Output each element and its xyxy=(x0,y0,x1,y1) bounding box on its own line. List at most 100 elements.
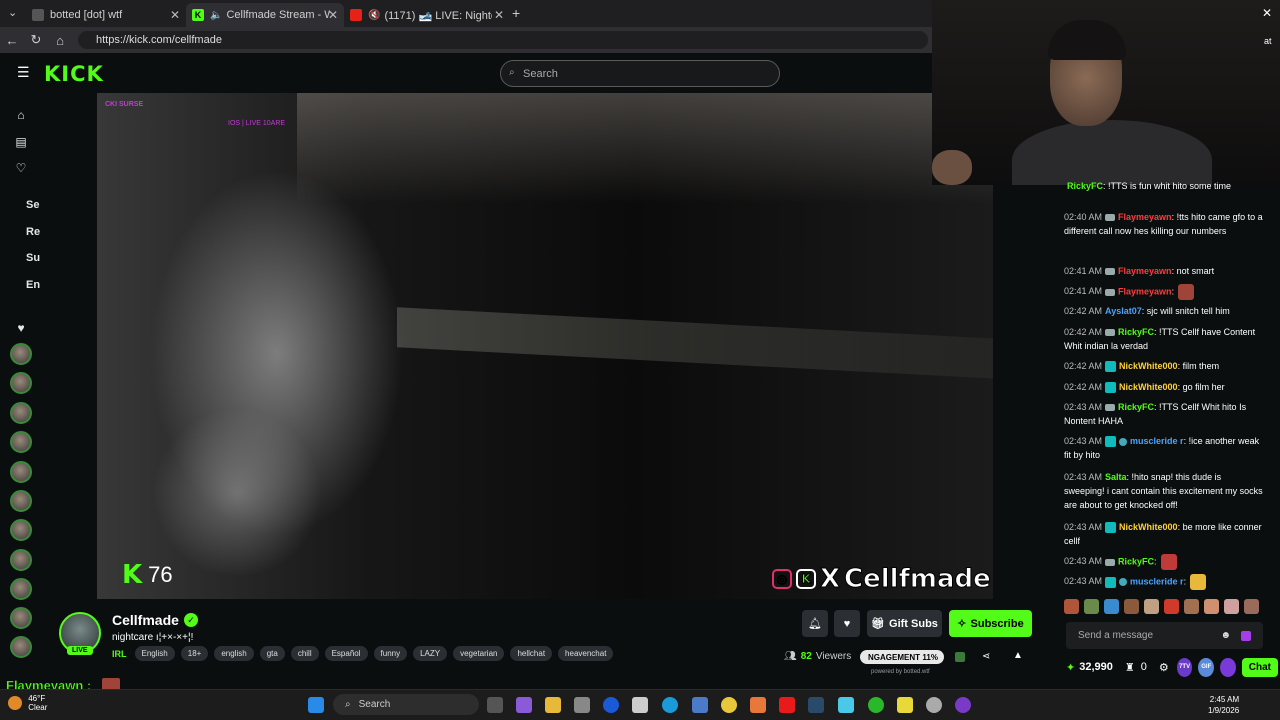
extension-button[interactable] xyxy=(1220,657,1236,677)
chat-username[interactable]: RickyFC xyxy=(1118,327,1154,337)
follow-heart-button[interactable]: ♥ xyxy=(834,610,860,637)
vlc-icon[interactable] xyxy=(750,697,766,713)
tab-botted[interactable]: botted [dot] wtf ✕ xyxy=(26,3,186,27)
emote[interactable] xyxy=(1124,599,1139,614)
chat-username[interactable]: NickWhite000 xyxy=(1119,361,1178,371)
chat-username[interactable]: RickyFC xyxy=(1067,181,1103,191)
channel-name[interactable]: Cellfmade xyxy=(112,612,179,628)
amazon-icon[interactable] xyxy=(632,697,648,713)
emote[interactable] xyxy=(1184,599,1199,614)
chat-username[interactable]: RickyFC xyxy=(1118,402,1154,412)
followed-channel-avatar[interactable] xyxy=(10,402,32,424)
followed-channel-avatar[interactable] xyxy=(10,636,32,658)
followed-channel-avatar[interactable] xyxy=(10,461,32,483)
home-icon[interactable]: ⌂ xyxy=(14,108,28,122)
settings-gear-icon[interactable]: ⚙ xyxy=(1159,661,1169,674)
speaker-icon[interactable]: 🔈 xyxy=(210,10,222,21)
chat-username[interactable]: RickyFC xyxy=(1118,556,1154,566)
tag[interactable]: English xyxy=(134,646,175,661)
chat-username[interactable]: Flaymeyawn xyxy=(1118,212,1172,222)
youtube-icon[interactable] xyxy=(779,697,795,713)
file-explorer-icon[interactable] xyxy=(545,697,561,713)
emote-picker-icon[interactable] xyxy=(1241,630,1251,641)
tab-youtube[interactable]: 🔇 (1171) 🎿 LIVE: Nightcrawl | L ✕ xyxy=(344,3,510,27)
channel-points[interactable]: 32,990 xyxy=(1079,661,1113,673)
task-view-icon[interactable] xyxy=(487,697,503,713)
calculator-icon[interactable] xyxy=(692,697,708,713)
followed-channel-avatar[interactable] xyxy=(10,431,32,453)
windows-start-icon[interactable] xyxy=(308,697,324,713)
followed-channel-avatar[interactable] xyxy=(10,490,32,512)
chat-username[interactable]: muscleride r xyxy=(1130,436,1184,446)
tab-kick[interactable]: K 🔈 Cellfmade Stream - Watch Liv ✕ xyxy=(186,3,344,27)
tag[interactable]: chill xyxy=(290,646,319,661)
system-clock[interactable]: 2:45 AM 1/9/2026 xyxy=(1208,694,1239,716)
tag[interactable]: funny xyxy=(373,646,408,661)
close-icon[interactable]: ✕ xyxy=(170,8,180,22)
7tv-button[interactable]: 7TV xyxy=(1176,657,1193,677)
sticky-notes-icon[interactable] xyxy=(897,697,913,713)
tag[interactable]: hellchat xyxy=(510,646,553,661)
chat-username[interactable]: muscleride r xyxy=(1130,576,1184,586)
tag[interactable]: english xyxy=(214,646,254,661)
steam-icon[interactable] xyxy=(808,697,824,713)
weather-widget[interactable]: 46°F Clear xyxy=(8,694,47,712)
gif-button[interactable]: GIF xyxy=(1198,657,1215,677)
copilot-icon[interactable] xyxy=(516,697,532,713)
category-link[interactable]: IRL xyxy=(112,649,127,659)
tag[interactable]: vegetarian xyxy=(453,646,505,661)
home-icon[interactable]: ⌂ xyxy=(48,33,72,48)
followed-channel-avatar[interactable] xyxy=(10,372,32,394)
chat-username[interactable]: Ayslat07 xyxy=(1105,306,1142,316)
gift-subs-button[interactable]: 🎁︎ Gift Subs xyxy=(867,610,942,637)
browse-icon[interactable]: ▤ xyxy=(14,135,28,149)
app-icon[interactable] xyxy=(838,697,854,713)
share-icon[interactable]: ⋖ xyxy=(982,651,990,662)
tag[interactable]: gta xyxy=(259,646,285,661)
url-field[interactable]: https://kick.com/cellfmade xyxy=(78,31,928,49)
emote[interactable] xyxy=(1144,599,1159,614)
emote[interactable] xyxy=(1064,599,1079,614)
emote[interactable] xyxy=(1104,599,1119,614)
facebook-icon[interactable] xyxy=(603,697,619,713)
emote[interactable] xyxy=(1164,599,1179,614)
followed-channel-avatar[interactable] xyxy=(10,343,32,365)
heart-icon[interactable]: ♡ xyxy=(14,161,28,175)
hamburger-menu-icon[interactable]: ☰ xyxy=(17,64,30,81)
obs-icon[interactable] xyxy=(955,697,971,713)
kick-logo[interactable]: KICK xyxy=(44,62,104,86)
reload-icon[interactable]: ↻ xyxy=(24,32,48,48)
followed-channel-avatar[interactable] xyxy=(10,549,32,571)
chat-username[interactable]: NickWhite000 xyxy=(1119,522,1178,532)
tag[interactable]: 18+ xyxy=(180,646,209,661)
followed-channel-avatar[interactable] xyxy=(10,519,32,541)
subscribe-button[interactable]: ✧ Subscribe xyxy=(949,610,1032,637)
video-player[interactable] xyxy=(97,93,993,599)
tag[interactable]: LAZY xyxy=(413,646,448,661)
search-input[interactable]: ⌕ Search xyxy=(500,60,780,87)
followed-channel-avatar[interactable] xyxy=(10,607,32,629)
emote[interactable] xyxy=(1244,599,1259,614)
chat-username[interactable]: NickWhite000 xyxy=(1119,382,1178,392)
emote[interactable] xyxy=(1204,599,1219,614)
close-icon[interactable]: ✕ xyxy=(1262,6,1272,20)
trophy-icon[interactable]: ♜ xyxy=(1125,661,1135,674)
followed-channel-avatar[interactable] xyxy=(10,578,32,600)
notification-bell-button[interactable]: 🔔︎ xyxy=(802,610,828,637)
muted-speaker-icon[interactable]: 🔇 xyxy=(368,10,380,21)
chat-username[interactable]: Flaymeyawn xyxy=(1118,286,1172,296)
tag[interactable]: heavenchat xyxy=(558,646,614,661)
edge-icon[interactable] xyxy=(662,697,678,713)
github-icon[interactable] xyxy=(926,697,942,713)
sidebar-item-en[interactable]: En xyxy=(26,279,40,291)
emote[interactable] xyxy=(1224,599,1239,614)
emote[interactable] xyxy=(1084,599,1099,614)
chrome-icon[interactable] xyxy=(721,697,737,713)
emoji-icon[interactable]: ☻ xyxy=(1220,630,1231,641)
chat-send-button[interactable]: Chat xyxy=(1241,657,1278,677)
tab-list-chevron-icon[interactable]: ⌄ xyxy=(8,6,17,19)
xbox-icon[interactable] xyxy=(868,697,884,713)
taskbar-search[interactable]: ⌕ Search xyxy=(333,694,479,715)
sidebar-item-re[interactable]: Re xyxy=(26,226,40,238)
store-icon[interactable] xyxy=(574,697,590,713)
